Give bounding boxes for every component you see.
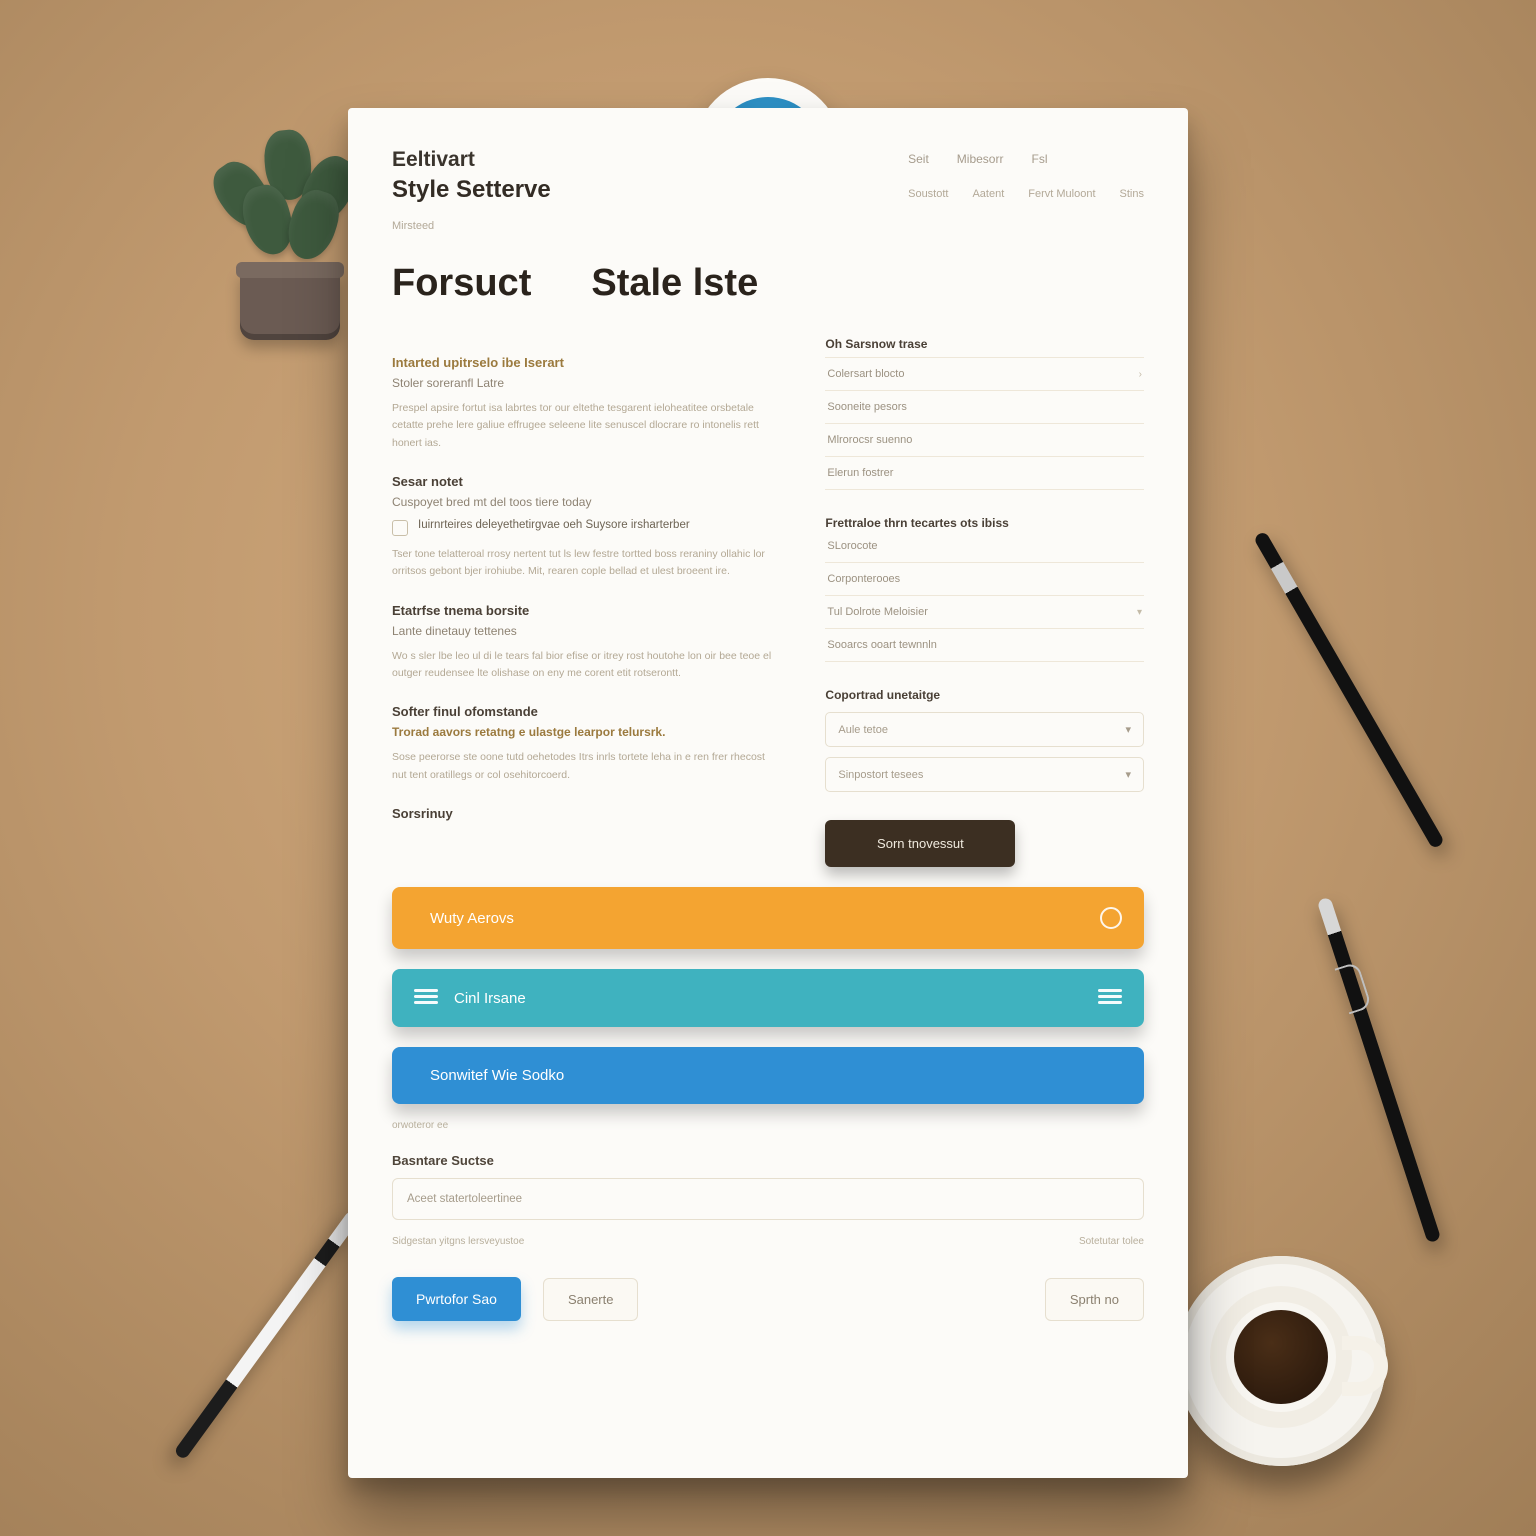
pen-decor: [1253, 531, 1445, 850]
secondary-nav: Soustott Aatent Fervt Muloont Stins: [908, 188, 1144, 200]
page-title-left: Forsuct: [392, 262, 531, 305]
primary-button[interactable]: Pwrtofor Sao: [392, 1277, 521, 1321]
tertiary-button[interactable]: Sprth no: [1045, 1278, 1144, 1321]
helper-text: Sotetutar tolee: [1079, 1236, 1144, 1247]
section-heading: Basntare Suctse: [392, 1153, 1144, 1168]
form-field[interactable]: Tul Dolrote Meloisier▾: [825, 596, 1144, 629]
right-column: Oh Sarsnow trase Colersart blocto› Soone…: [825, 333, 1144, 867]
select-field[interactable]: Aule tetoe▾: [825, 712, 1144, 747]
secondary-button[interactable]: Sanerte: [543, 1278, 639, 1321]
brand-subtitle: Style Setterve: [392, 176, 551, 204]
section-label: Etatrfse tnema borsite: [392, 603, 781, 618]
form-field[interactable]: Mlrorocsr suenno: [825, 424, 1144, 457]
section-label: Sesar notet: [392, 474, 781, 489]
primary-nav: Seit Mibesorr Fsl: [908, 152, 1144, 166]
action-bar-label: Wuty Aerovs: [430, 910, 1100, 927]
pen-decor: [1317, 897, 1442, 1244]
nav-item[interactable]: Soustott: [908, 188, 948, 200]
left-column: Intarted upitrselo ibe Iserart Stoler so…: [392, 333, 781, 867]
checkbox-icon[interactable]: [392, 520, 408, 536]
action-bar-label: Cinl Irsane: [454, 990, 1098, 1007]
form-field[interactable]: Elerun fostrer: [825, 457, 1144, 490]
field-group-title: Coportrad unetaitge: [825, 688, 1144, 702]
submit-button[interactable]: Sorn tnovessut: [825, 820, 1015, 867]
form-field[interactable]: Colersart blocto›: [825, 358, 1144, 391]
section-label: Intarted upitrselo ibe Iserart: [392, 355, 781, 370]
nav-item[interactable]: Fervt Muloont: [1028, 188, 1095, 200]
menu-icon: [414, 989, 438, 1007]
form-field[interactable]: Sooarcs ooart tewnnln: [825, 629, 1144, 662]
nav-item[interactable]: Seit: [908, 152, 929, 166]
field-group-title: Oh Sarsnow trase: [825, 337, 1144, 358]
section-sub: Cuspoyet bred mt del toos tiere today: [392, 495, 781, 509]
action-bar-label: Sonwitef Wie Sodko: [430, 1067, 1122, 1084]
footer-actions: Pwrtofor Sao Sanerte Sprth no: [392, 1277, 1144, 1321]
section-text: Prespel apsire fortut isa labrtes tor ou…: [392, 400, 781, 452]
nav-item[interactable]: Mibesorr: [957, 152, 1004, 166]
select-field[interactable]: Sinpostort tesees▾: [825, 757, 1144, 792]
form-field[interactable]: Corponterooes: [825, 563, 1144, 596]
action-bar-orange[interactable]: Wuty Aerovs: [392, 887, 1144, 949]
section-sub: Stoler soreranfl Latre: [392, 376, 781, 390]
section-sub: Lante dinetauy tettenes: [392, 624, 781, 638]
section-text: Tser tone telatteroal rrosy nertent tut …: [392, 546, 781, 581]
form-field[interactable]: Sooneite pesors: [825, 391, 1144, 424]
plant-decor: [210, 120, 370, 340]
section-text: Wo s sler lbe leo ul di le tears fal bio…: [392, 648, 781, 683]
nav-item[interactable]: Stins: [1120, 188, 1144, 200]
menu-icon: [1098, 989, 1122, 1007]
section-label: Sorsrinuy: [392, 806, 781, 821]
page-title-right: Stale lste: [591, 262, 758, 305]
checkbox-label: Iuirnrteires deleyethetirgvae oeh Suysor…: [418, 519, 690, 531]
section-text: Sose peerorse ste oone tutd oehetodes It…: [392, 749, 781, 784]
pen-decor: [173, 1210, 361, 1461]
helper-text: Sidgestan yitgns lersveyustoe: [392, 1236, 524, 1247]
nav-item[interactable]: Fsl: [1031, 152, 1047, 166]
field-group-title: Frettraloe thrn tecartes ots ibiss: [825, 516, 1144, 530]
section-sub: Trorad aavors retatng e ulastge learpor …: [392, 725, 781, 739]
nav-item[interactable]: Aatent: [972, 188, 1004, 200]
coffee-cup-decor: [1176, 1256, 1386, 1466]
input-placeholder: Aceet statertoleertinee: [407, 1193, 522, 1205]
section-label: Softer finul ofomstande: [392, 704, 781, 719]
form-field[interactable]: SLorocote: [825, 530, 1144, 563]
page-sheet: Eeltivart Style Setterve Seit Mibesorr F…: [348, 108, 1188, 1478]
helper-text: orwoteror ee: [392, 1120, 1144, 1131]
checkbox-row[interactable]: Iuirnrteires deleyethetirgvae oeh Suysor…: [392, 519, 781, 536]
brand-title: Eeltivart: [392, 148, 551, 172]
text-input[interactable]: Aceet statertoleertinee: [392, 1178, 1144, 1220]
action-bar-blue[interactable]: Sonwitef Wie Sodko: [392, 1047, 1144, 1104]
circle-icon: [1100, 907, 1122, 929]
breadcrumb[interactable]: Mirsteed: [392, 220, 1144, 232]
action-bar-teal[interactable]: Cinl Irsane: [392, 969, 1144, 1027]
